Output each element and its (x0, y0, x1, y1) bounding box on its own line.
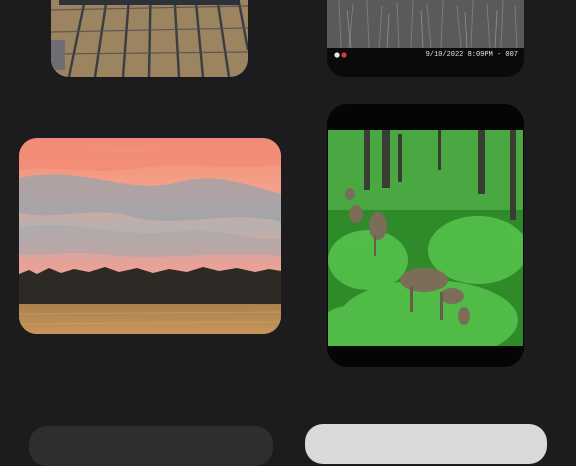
photo-tile-sunset[interactable] (19, 138, 281, 334)
deer-trailcam-image (328, 130, 523, 346)
photo-tile-deer-cam[interactable] (327, 104, 524, 367)
photo-tile-partial-right[interactable] (305, 424, 547, 464)
photo-tile-partial-left[interactable] (29, 426, 273, 466)
trailcam-timestamp: 9/10/2022 8:09PM - 007 (425, 51, 518, 59)
night-trailcam-image (327, 0, 524, 48)
photo-tile-night-cam[interactable]: 9/10/2022 8:09PM - 007 (327, 0, 524, 77)
sunset-field-image (19, 138, 281, 334)
trailer-grate-image (51, 0, 248, 77)
photo-tile-trailer[interactable] (51, 0, 248, 77)
